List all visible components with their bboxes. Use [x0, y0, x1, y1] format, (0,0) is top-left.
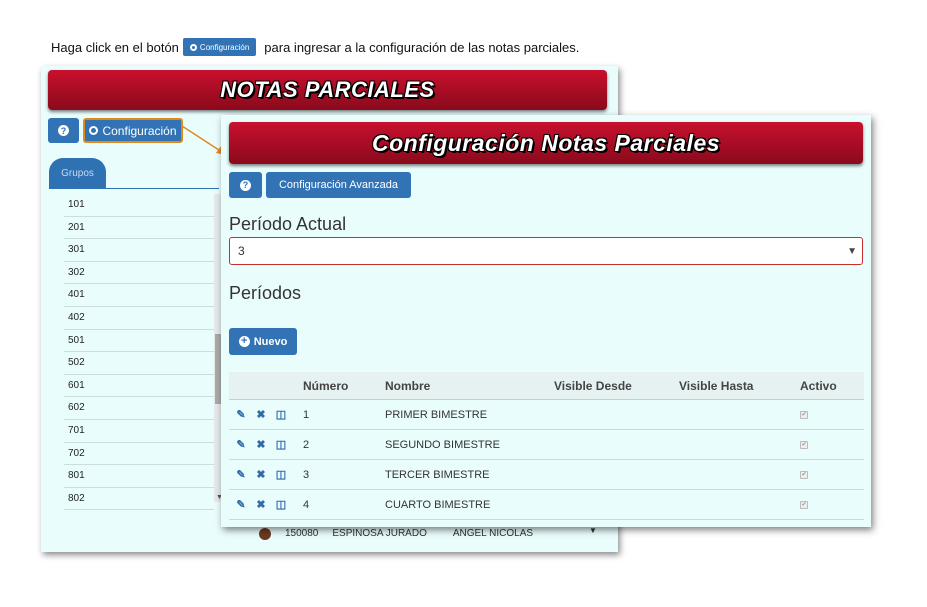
cell-activo: ✔: [800, 470, 860, 479]
gear-icon: [189, 43, 197, 51]
activo-checkbox[interactable]: ✔: [800, 410, 808, 419]
cell-numero: 4: [303, 498, 310, 511]
cell-activo: ✔: [800, 440, 860, 449]
configuracion-button-label: Configuración: [102, 123, 177, 138]
help-button[interactable]: ?: [229, 172, 262, 198]
table-header: Número Nombre Visible Desde Visible Hast…: [229, 372, 864, 400]
instruction-text: Haga click en el botón Configuración par…: [51, 37, 579, 57]
student-avatar-icon: [259, 528, 271, 540]
notas-parciales-header: NOTAS PARCIALES: [48, 70, 607, 110]
grupo-list-item[interactable]: 101: [64, 194, 214, 217]
row-actions: ✎ ✖ ◫: [229, 498, 303, 511]
grupo-list-item[interactable]: 702: [64, 443, 214, 466]
tab-grupos[interactable]: Grupos: [49, 158, 106, 188]
table-body: ✎ ✖ ◫ 1 PRIMER BIMESTRE ✔ ✎ ✖ ◫ 2 SEGUNDO BIMESTRE…: [229, 400, 864, 520]
header-visible-hasta: Visible Hasta: [679, 378, 754, 393]
periodo-actual-select[interactable]: 3 ▼: [229, 237, 863, 265]
cell-numero: 3: [303, 468, 310, 481]
pencil-icon[interactable]: ✎: [235, 468, 247, 481]
periodo-actual-value: 3: [238, 244, 245, 258]
instruction-config-button-image: Configuración: [182, 38, 257, 56]
delete-icon[interactable]: ✖: [255, 498, 267, 511]
grupo-list-item[interactable]: 502: [64, 352, 214, 375]
nuevo-button-label: Nuevo: [253, 335, 288, 348]
periodos-table: Número Nombre Visible Desde Visible Hast…: [229, 372, 864, 520]
grupo-list-item[interactable]: 402: [64, 307, 214, 330]
activo-checkbox[interactable]: ✔: [800, 470, 808, 479]
header-nombre: Nombre: [385, 378, 431, 393]
header-visible-desde: Visible Desde: [554, 378, 632, 393]
instruction-after: para ingresar a la configuración de las …: [264, 39, 580, 55]
grupos-list: 101 201 301 302 401 402 501 502 601 602 701 702 801 8…: [64, 194, 214, 511]
table-row: ✎ ✖ ◫ 3 TERCER BIMESTRE ✔: [229, 460, 864, 490]
nuevo-button[interactable]: + Nuevo: [229, 328, 297, 355]
grupo-list-item[interactable]: 302: [64, 262, 214, 285]
delete-icon[interactable]: ✖: [255, 408, 267, 421]
columns-icon[interactable]: ◫: [275, 408, 287, 421]
configuracion-title: Configuración Notas Parciales: [371, 129, 721, 156]
student-surname: ESPINOSA JURADO: [332, 528, 427, 539]
student-code: 150080: [285, 528, 319, 539]
columns-icon[interactable]: ◫: [275, 468, 287, 481]
tab-underline: [49, 188, 219, 189]
delete-icon[interactable]: ✖: [255, 438, 267, 451]
row-actions: ✎ ✖ ◫: [229, 468, 303, 481]
grupo-list-item[interactable]: 201: [64, 217, 214, 240]
grupo-list-item[interactable]: 601: [64, 375, 214, 398]
notas-parciales-title: NOTAS PARCIALES: [220, 77, 435, 102]
question-icon: ?: [58, 125, 69, 136]
question-icon: ?: [240, 179, 251, 191]
configuracion-avanzada-button[interactable]: Configuración Avanzada: [266, 172, 411, 198]
configuracion-notas-window: Configuración Notas Parciales ? Configur…: [221, 115, 871, 527]
gear-icon: [89, 126, 99, 135]
header-activo: Activo: [800, 378, 837, 393]
configuracion-header: Configuración Notas Parciales: [229, 122, 863, 164]
pencil-icon[interactable]: ✎: [235, 438, 247, 451]
chevron-down-icon: ▼: [847, 246, 857, 257]
plus-icon: +: [238, 336, 250, 347]
grupo-list-item[interactable]: 301: [64, 239, 214, 262]
grupo-list-item[interactable]: 701: [64, 420, 214, 443]
delete-icon[interactable]: ✖: [255, 468, 267, 481]
cell-nombre: PRIMER BIMESTRE: [385, 408, 488, 421]
cell-nombre: CUARTO BIMESTRE: [385, 498, 491, 511]
columns-icon[interactable]: ◫: [275, 498, 287, 511]
table-row: ✎ ✖ ◫ 2 SEGUNDO BIMESTRE ✔: [229, 430, 864, 460]
cell-activo: ✔: [800, 500, 860, 509]
configuracion-button[interactable]: Configuración: [83, 118, 183, 143]
row-actions: ✎ ✖ ◫: [229, 408, 303, 421]
sort-down-icon: ▼: [589, 526, 597, 535]
cell-numero: 1: [303, 408, 310, 421]
cell-activo: ✔: [800, 410, 860, 419]
grupo-list-item[interactable]: 802: [64, 488, 214, 511]
periodos-label: Períodos: [229, 283, 302, 303]
activo-checkbox[interactable]: ✔: [800, 440, 808, 449]
cell-numero: 2: [303, 438, 310, 451]
instruction-button-label: Configuración: [199, 42, 250, 52]
table-row: ✎ ✖ ◫ 4 CUARTO BIMESTRE ✔: [229, 490, 864, 520]
pencil-icon[interactable]: ✎: [235, 498, 247, 511]
periodo-actual-label: Período Actual: [229, 214, 347, 234]
grupo-list-item[interactable]: 401: [64, 284, 214, 307]
grupo-list-item[interactable]: 801: [64, 465, 214, 488]
header-numero: Número: [303, 378, 349, 393]
pencil-icon[interactable]: ✎: [235, 408, 247, 421]
student-row-partial: 150080 ESPINOSA JURADO ANGEL NICOLAS: [259, 528, 533, 540]
cell-nombre: SEGUNDO BIMESTRE: [385, 438, 500, 451]
columns-icon[interactable]: ◫: [275, 438, 287, 451]
activo-checkbox[interactable]: ✔: [800, 500, 808, 509]
grupo-list-item[interactable]: 602: [64, 397, 214, 420]
table-row: ✎ ✖ ◫ 1 PRIMER BIMESTRE ✔: [229, 400, 864, 430]
help-button[interactable]: ?: [48, 118, 79, 143]
cell-nombre: TERCER BIMESTRE: [385, 468, 490, 481]
grupo-list-item[interactable]: 501: [64, 330, 214, 353]
student-name: ANGEL NICOLAS: [452, 528, 534, 539]
instruction-before: Haga click en el botón: [51, 39, 179, 55]
row-actions: ✎ ✖ ◫: [229, 438, 303, 451]
